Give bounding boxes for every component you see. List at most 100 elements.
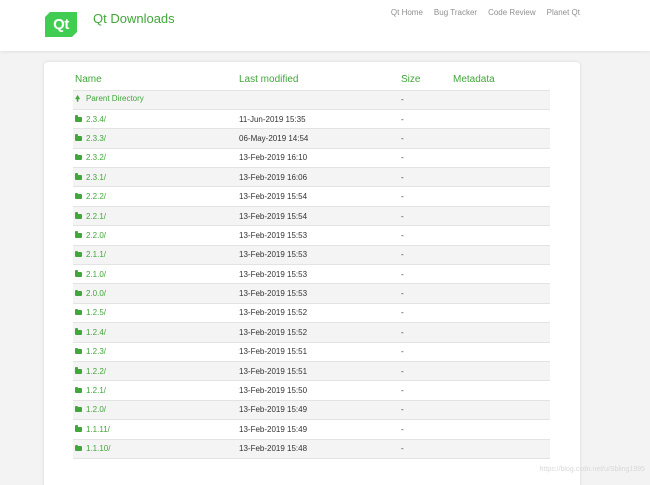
cell-metadata <box>451 419 550 440</box>
cell-metadata <box>451 361 550 382</box>
cell-modified: 13-Feb-2019 15:53 <box>237 264 399 285</box>
folder-icon <box>75 444 82 452</box>
folder-icon <box>75 308 82 316</box>
folder-icon <box>75 115 82 122</box>
cell-modified: 11-Jun-2019 15:35 <box>237 109 399 130</box>
directory-link[interactable]: 1.2.3/ <box>86 347 106 356</box>
cell-size: - <box>399 148 451 169</box>
folder-icon <box>75 367 82 374</box>
cell-name: 1.1.11/ <box>73 419 237 440</box>
cell-modified: 13-Feb-2019 15:54 <box>237 206 399 227</box>
cell-metadata <box>451 439 550 459</box>
cell-size: - <box>399 303 451 324</box>
nav-bug-tracker[interactable]: Bug Tracker <box>434 8 477 17</box>
directory-link[interactable]: 2.1.1/ <box>86 250 106 259</box>
cell-metadata <box>451 109 550 130</box>
directory-link[interactable]: 1.1.10/ <box>86 444 110 453</box>
cell-size: - <box>399 264 451 285</box>
folder-icon <box>75 250 82 258</box>
cell-size: - <box>399 167 451 188</box>
cell-metadata <box>451 206 550 227</box>
directory-link[interactable]: 2.1.0/ <box>86 270 106 279</box>
cell-metadata <box>451 128 550 149</box>
cell-metadata <box>451 245 550 266</box>
directory-link[interactable]: 2.2.1/ <box>86 212 106 221</box>
cell-name: 2.1.1/ <box>73 245 237 266</box>
folder-icon <box>75 134 82 141</box>
cell-modified: 13-Feb-2019 15:53 <box>237 283 399 304</box>
cell-name: 1.2.0/ <box>73 400 237 421</box>
directory-table: Name Last modified Size Metadata 🠝 Parent… <box>73 69 550 459</box>
directory-link[interactable]: 2.3.4/ <box>86 115 106 124</box>
site-header: Qt Qt Downloads Qt Home Bug Tracker Code… <box>0 0 650 51</box>
cell-name: 2.2.0/ <box>73 225 237 246</box>
cell-modified: 13-Feb-2019 15:53 <box>237 245 399 266</box>
cell-size: - <box>399 361 451 382</box>
folder-icon <box>75 405 82 413</box>
column-header-name[interactable]: Name <box>73 69 237 91</box>
directory-link[interactable]: 2.0.0/ <box>86 289 106 298</box>
cell-size: - <box>399 225 451 246</box>
table-row: 2.3.2/13-Feb-2019 16:10- <box>73 148 550 169</box>
folder-icon <box>75 270 82 277</box>
cell-size: - <box>399 206 451 227</box>
cell-name: 2.0.0/ <box>73 283 237 304</box>
table-row: 1.1.11/13-Feb-2019 15:49- <box>73 419 550 440</box>
folder-icon <box>75 328 82 335</box>
cell-name: 1.2.5/ <box>73 303 237 324</box>
cell-modified: 13-Feb-2019 15:54 <box>237 186 399 207</box>
directory-link[interactable]: 2.3.1/ <box>86 173 106 182</box>
nav-planet-qt[interactable]: Planet Qt <box>547 8 580 17</box>
cell-modified: 13-Feb-2019 15:53 <box>237 225 399 246</box>
column-header-size[interactable]: Size <box>399 69 451 91</box>
column-header-last-modified[interactable]: Last modified <box>237 69 399 91</box>
watermark: https://blog.csdn.net/u/Sbling1995 <box>539 466 645 473</box>
cell-metadata <box>451 225 550 246</box>
directory-link[interactable]: 1.2.2/ <box>86 367 106 376</box>
nav-code-review[interactable]: Code Review <box>488 8 536 17</box>
column-header-metadata[interactable]: Metadata <box>451 69 550 91</box>
table-body: 🠝 Parent Directory - 2.3.4/11-Jun-2019 15… <box>73 90 550 459</box>
cell-size: - <box>399 400 451 421</box>
site-title-link[interactable]: Qt Downloads <box>93 11 175 26</box>
cell-name: 2.2.2/ <box>73 186 237 207</box>
table-row: 2.2.2/13-Feb-2019 15:54- <box>73 186 550 207</box>
directory-link[interactable]: 2.2.0/ <box>86 231 106 240</box>
folder-icon <box>75 231 82 238</box>
arrow-up-icon: 🠝 <box>75 93 81 103</box>
cell-modified <box>237 90 399 110</box>
directory-listing-card: Name Last modified Size Metadata 🠝 Parent… <box>44 62 580 485</box>
table-row: 2.3.3/06-May-2019 14:54- <box>73 128 550 149</box>
directory-link[interactable]: 2.2.2/ <box>86 192 106 201</box>
cell-metadata <box>451 264 550 285</box>
cell-size: - <box>399 245 451 266</box>
cell-size: - <box>399 439 451 459</box>
cell-metadata <box>451 148 550 169</box>
cell-modified: 13-Feb-2019 15:50 <box>237 380 399 401</box>
directory-link[interactable]: 1.2.4/ <box>86 328 106 337</box>
table-row: 2.2.1/13-Feb-2019 15:54- <box>73 206 550 227</box>
directory-link[interactable]: 1.2.5/ <box>86 308 106 317</box>
cell-modified: 13-Feb-2019 15:51 <box>237 342 399 362</box>
directory-link[interactable]: 1.1.11/ <box>86 425 110 434</box>
cell-modified: 13-Feb-2019 15:49 <box>237 400 399 421</box>
parent-directory-link[interactable]: Parent Directory <box>86 94 144 103</box>
cell-modified: 13-Feb-2019 16:06 <box>237 167 399 188</box>
cell-name: 1.1.10/ <box>73 439 237 459</box>
cell-metadata <box>451 283 550 304</box>
directory-link[interactable]: 2.3.2/ <box>86 153 106 162</box>
cell-name: 2.3.4/ <box>73 109 237 130</box>
nav-qt-home[interactable]: Qt Home <box>391 8 423 17</box>
table-row: 2.2.0/13-Feb-2019 15:53- <box>73 225 550 246</box>
directory-link[interactable]: 1.2.0/ <box>86 405 106 414</box>
directory-link[interactable]: 2.3.3/ <box>86 134 106 143</box>
table-row: 2.0.0/13-Feb-2019 15:53- <box>73 283 550 304</box>
cell-size: - <box>399 419 451 440</box>
table-row: 1.2.1/13-Feb-2019 15:50- <box>73 380 550 401</box>
table-row: 1.1.10/13-Feb-2019 15:48- <box>73 439 550 459</box>
table-row: 1.2.0/13-Feb-2019 15:49- <box>73 400 550 421</box>
table-row: 1.2.5/13-Feb-2019 15:52- <box>73 303 550 324</box>
table-row: 1.2.3/13-Feb-2019 15:51- <box>73 342 550 362</box>
qt-logo[interactable]: Qt <box>45 12 77 37</box>
directory-link[interactable]: 1.2.1/ <box>86 386 106 395</box>
